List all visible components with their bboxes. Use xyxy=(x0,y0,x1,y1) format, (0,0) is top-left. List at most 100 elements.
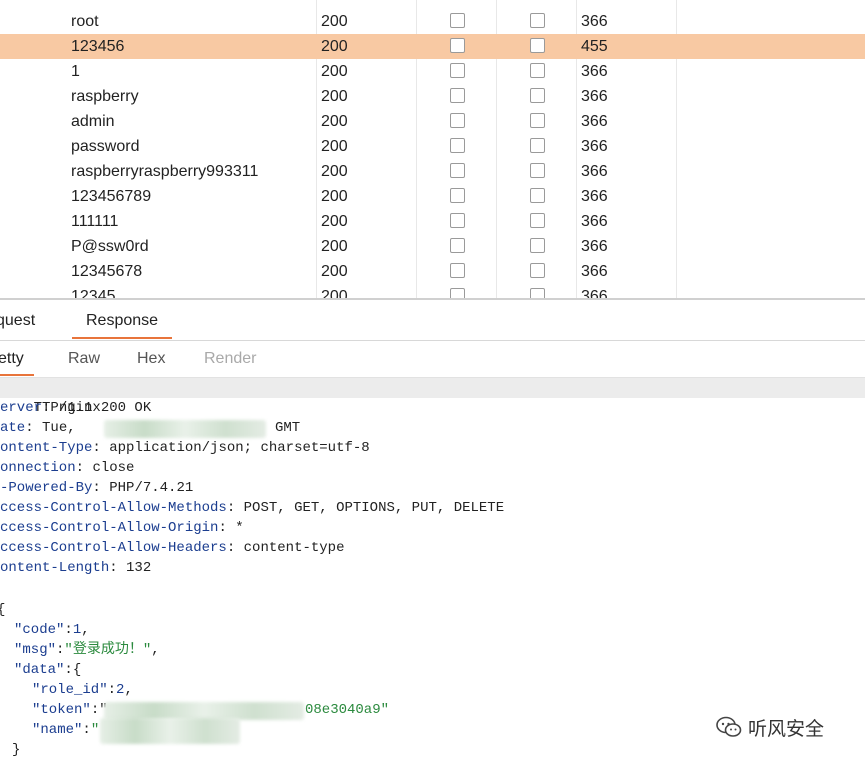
json-key: "msg" xyxy=(14,642,57,658)
error-checkbox[interactable] xyxy=(450,288,465,298)
table-row[interactable]: P@ssw0rd 200 366 xyxy=(0,234,865,259)
watermark-text: 听风安全 xyxy=(748,717,825,740)
error-checkbox[interactable] xyxy=(450,63,465,78)
length-cell: 366 xyxy=(581,163,608,180)
error-checkbox[interactable] xyxy=(450,138,465,153)
length-cell: 366 xyxy=(581,238,608,255)
error-checkbox[interactable] xyxy=(450,163,465,178)
results-table: root 200 366 123456 200 455 1 200 366 ra… xyxy=(0,0,865,298)
table-row[interactable]: raspberryraspberry993311 200 366 xyxy=(0,159,865,184)
header-value: Tue, xyxy=(42,420,85,436)
payload-cell: 12345 xyxy=(71,288,116,298)
header-key: ccess-Control-Allow-Origin xyxy=(0,520,219,536)
header-key: ontent-Length xyxy=(0,560,110,576)
view-mode-tabs: etty Raw Hex Render xyxy=(0,341,865,378)
tab-render[interactable]: Render xyxy=(204,350,256,368)
error-checkbox[interactable] xyxy=(450,88,465,103)
length-cell: 366 xyxy=(581,138,608,155)
json-line-role-id: "role_id":2, xyxy=(32,682,133,698)
payload-cell: password xyxy=(71,138,140,155)
table-row[interactable]: 111111 200 366 xyxy=(0,209,865,234)
timeout-checkbox[interactable] xyxy=(530,288,545,298)
header-line: ccess-Control-Allow-Methods: POST, GET, … xyxy=(0,500,505,516)
status-cell: 200 xyxy=(321,213,348,230)
json-number: 1 xyxy=(72,622,82,638)
payload-cell: raspberryraspberry993311 xyxy=(71,163,259,180)
json-key: "role_id" xyxy=(32,682,108,698)
json-line-data: "data":{ xyxy=(14,662,82,678)
header-line: ontent-Length: 132 xyxy=(0,560,152,576)
json-line-name: "name":" xyxy=(32,722,100,738)
payload-cell: 123456789 xyxy=(71,188,152,205)
status-cell: 200 xyxy=(321,138,348,155)
timeout-checkbox[interactable] xyxy=(530,163,545,178)
timeout-checkbox[interactable] xyxy=(530,38,545,53)
status-cell: 200 xyxy=(321,63,348,80)
timeout-checkbox[interactable] xyxy=(530,263,545,278)
status-cell: 200 xyxy=(321,113,348,130)
status-cell: 200 xyxy=(321,163,348,180)
timeout-checkbox[interactable] xyxy=(530,88,545,103)
header-value: content-type xyxy=(243,540,345,556)
length-cell: 366 xyxy=(581,288,608,298)
json-line-token: "token":" xyxy=(32,702,108,718)
error-checkbox[interactable] xyxy=(450,13,465,28)
json-key: "token" xyxy=(32,702,91,718)
header-line: erver: nginx xyxy=(0,400,101,416)
timeout-checkbox[interactable] xyxy=(530,138,545,153)
timeout-checkbox[interactable] xyxy=(530,113,545,128)
table-row[interactable]: root 200 366 xyxy=(0,9,865,34)
status-cell: 200 xyxy=(321,188,348,205)
timeout-checkbox[interactable] xyxy=(530,63,545,78)
json-key: "data" xyxy=(14,662,65,678)
tab-raw[interactable]: Raw xyxy=(68,350,100,368)
status-cell: 200 xyxy=(321,88,348,105)
tab-request[interactable]: quest xyxy=(0,312,35,330)
table-row[interactable]: 12345 200 366 xyxy=(0,284,865,298)
error-checkbox[interactable] xyxy=(450,113,465,128)
timeout-checkbox[interactable] xyxy=(530,13,545,28)
header-line: ontent-Type: application/json; charset=u… xyxy=(0,440,370,456)
payload-cell: 123456 xyxy=(71,38,125,55)
json-key: "code" xyxy=(14,622,65,638)
error-checkbox[interactable] xyxy=(450,263,465,278)
json-number: 2 xyxy=(116,682,125,698)
tab-response[interactable]: Response xyxy=(71,312,173,339)
request-response-tabs: quest Response xyxy=(0,300,865,341)
timeout-checkbox[interactable] xyxy=(530,213,545,228)
tab-hex[interactable]: Hex xyxy=(137,350,165,368)
header-key: erver xyxy=(0,400,43,416)
table-row[interactable]: 123456789 200 366 xyxy=(0,184,865,209)
table-row[interactable]: admin 200 366 xyxy=(0,109,865,134)
timeout-checkbox[interactable] xyxy=(530,188,545,203)
table-row[interactable]: 1 200 366 xyxy=(0,59,865,84)
length-cell: 366 xyxy=(581,63,608,80)
table-row[interactable]: raspberry 200 366 xyxy=(0,84,865,109)
header-value: * xyxy=(235,520,244,536)
header-key: -Powered-By xyxy=(0,480,93,496)
response-viewer[interactable]: TTP/1.1 200 OK erver: nginx ate: Tue, GM… xyxy=(0,378,865,764)
error-checkbox[interactable] xyxy=(450,188,465,203)
error-checkbox[interactable] xyxy=(450,38,465,53)
header-line: ccess-Control-Allow-Headers: content-typ… xyxy=(0,540,345,556)
error-checkbox[interactable] xyxy=(450,238,465,253)
header-line: onnection: close xyxy=(0,460,135,476)
status-cell: 200 xyxy=(321,238,348,255)
json-string: " xyxy=(90,722,100,738)
header-value: application/json; charset=utf-8 xyxy=(109,440,370,456)
table-row-selected[interactable]: 123456 200 455 xyxy=(0,34,865,59)
header-line: ate: Tue, xyxy=(0,420,85,436)
payload-cell: 12345678 xyxy=(71,263,143,280)
table-row[interactable]: password 200 366 xyxy=(0,134,865,159)
header-value: nginx xyxy=(58,400,101,416)
status-cell: 200 xyxy=(321,288,348,298)
header-line: -Powered-By: PHP/7.4.21 xyxy=(0,480,194,496)
status-cell: 200 xyxy=(321,38,348,55)
timeout-checkbox[interactable] xyxy=(530,238,545,253)
error-checkbox[interactable] xyxy=(450,213,465,228)
status-cell: 200 xyxy=(321,13,348,30)
table-row[interactable]: 12345678 200 366 xyxy=(0,259,865,284)
header-value: POST, GET, OPTIONS, PUT, DELETE xyxy=(243,500,505,516)
tab-pretty[interactable]: etty xyxy=(0,350,34,376)
length-cell: 366 xyxy=(581,188,608,205)
